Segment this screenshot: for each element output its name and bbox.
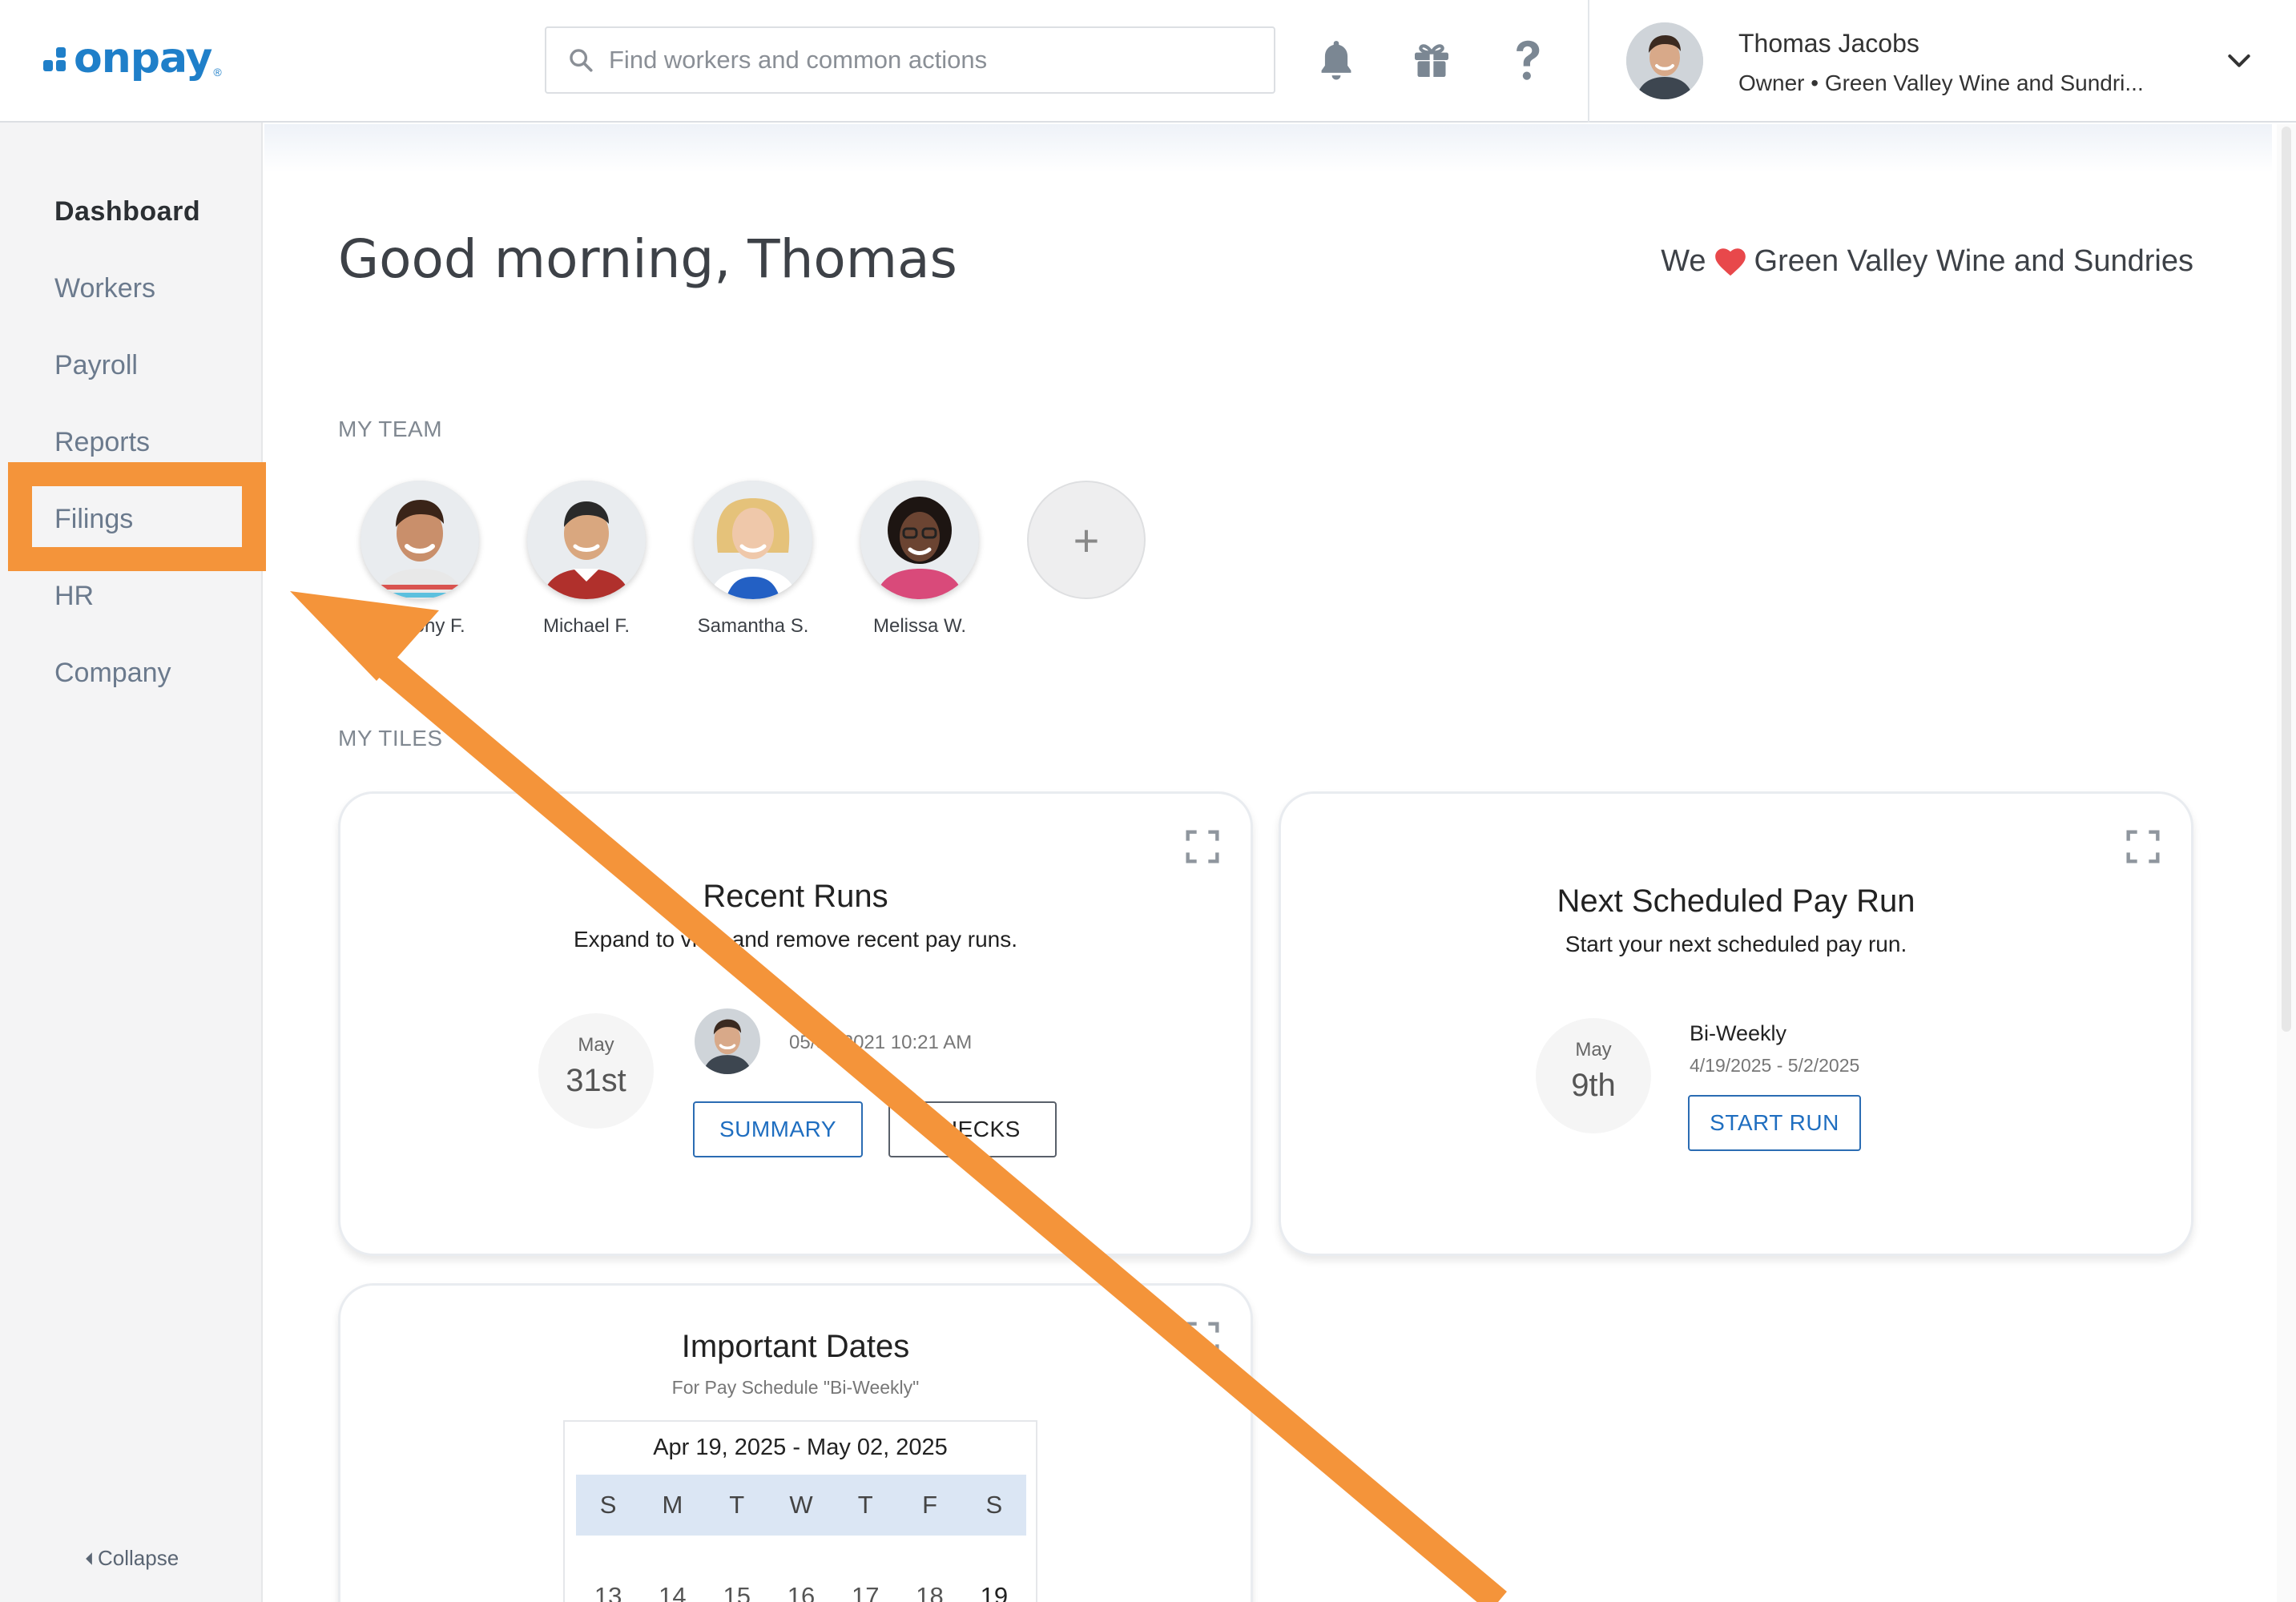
team-member-name: Melissa W. — [872, 615, 966, 637]
help-question-icon[interactable] — [1500, 32, 1556, 88]
next-pay-run-title: Next Scheduled Pay Run — [1557, 884, 1915, 919]
onpay-logo[interactable]: onpay ® — [42, 30, 222, 87]
filings-highlight-annotation — [8, 462, 266, 571]
start-run-button[interactable]: START RUN — [1688, 1095, 1861, 1151]
calendar-weekday-header: S M T W T F S — [576, 1475, 1026, 1536]
next-run-date-badge: May 9th — [1536, 1018, 1651, 1133]
weekday-label: S — [599, 1491, 617, 1519]
notifications-bell-icon[interactable] — [1308, 32, 1364, 88]
run-timestamp: 05/31/2021 10:21 AM — [789, 1032, 973, 1053]
important-dates-tile: Important Dates For Pay Schedule "Bi-Wee… — [338, 1283, 1253, 1602]
expand-icon[interactable] — [2125, 829, 2161, 864]
company-name: Green Valley Wine and Sundries — [1754, 244, 2193, 278]
next-run-date-day: 9th — [1571, 1068, 1616, 1103]
avatar[interactable] — [361, 481, 479, 599]
weekday-label: T — [729, 1491, 745, 1519]
recent-runs-subtitle: Expand to view and remove recent pay run… — [573, 927, 1018, 952]
page-greeting: Good morning, Thomas — [338, 228, 957, 290]
collapse-label: Collapse — [98, 1546, 179, 1570]
calendar-day[interactable]: 17 — [833, 1566, 897, 1602]
logo-registered-mark: ® — [213, 66, 222, 78]
sidebar-item-hr[interactable]: HR — [54, 581, 94, 612]
run-date-month: May — [578, 1034, 614, 1056]
team-member-name: Anthony F. — [374, 615, 465, 637]
recent-runs-tile: Recent Runs Expand to view and remove re… — [338, 791, 1253, 1256]
logo-mark — [42, 42, 70, 74]
calendar-week-row: 13 14 15 16 17 18 19 — [576, 1566, 1026, 1602]
weekday-label: F — [922, 1491, 938, 1519]
next-pay-run-subtitle: Start your next scheduled pay run. — [1565, 932, 1907, 956]
weekday-label: W — [789, 1491, 813, 1519]
important-dates-title: Important Dates — [681, 1329, 910, 1364]
collapse-button[interactable]: Collapse — [83, 1546, 179, 1571]
pay-period: 4/19/2025 - 5/2/2025 — [1690, 1055, 1860, 1076]
calendar-date-range: Apr 19, 2025 - May 02, 2025 — [653, 1435, 948, 1460]
search-icon — [570, 49, 593, 72]
next-run-date-month: May — [1575, 1039, 1612, 1061]
calendar-day[interactable]: 18 — [897, 1566, 961, 1602]
company-love-banner: We Green Valley Wine and Sundries — [1661, 244, 2193, 279]
we-label: We — [1661, 244, 1706, 278]
weekday-label: T — [857, 1491, 873, 1519]
summary-button[interactable]: SUMMARY — [693, 1101, 863, 1157]
caret-left-icon — [86, 1552, 92, 1565]
weekday-label: M — [662, 1491, 683, 1519]
recent-runs-title: Recent Runs — [703, 879, 888, 914]
my-team-label: MY TEAM — [338, 417, 443, 441]
calendar-day[interactable]: 15 — [705, 1566, 769, 1602]
next-pay-run-tile: Next Scheduled Pay Run Start your next s… — [1279, 791, 2193, 1256]
calendar-day[interactable]: 14 — [640, 1566, 704, 1602]
search-box[interactable] — [545, 26, 1275, 94]
avatar[interactable] — [860, 481, 979, 599]
calendar-day[interactable]: 16 — [769, 1566, 833, 1602]
user-role-company[interactable]: Owner • Green Valley Wine and Sundri... — [1738, 70, 2144, 96]
my-tiles-label: MY TILES — [338, 726, 443, 751]
run-date-day: 31st — [566, 1063, 626, 1098]
logo-text: onpay — [74, 34, 212, 83]
team-member[interactable]: Michael F. — [503, 481, 670, 638]
sidebar-item-payroll[interactable]: Payroll — [54, 350, 138, 381]
add-team-member[interactable]: + — [1003, 481, 1170, 638]
gift-icon[interactable] — [1404, 32, 1460, 88]
calendar-day-selected[interactable]: 19 — [962, 1566, 1026, 1602]
team-member[interactable]: Samantha S. — [670, 481, 836, 638]
top-header: onpay ® Thomas Jacobs Owner • Green Vall… — [0, 0, 2296, 123]
avatar — [695, 1008, 760, 1074]
team-list: Anthony F. Michael F. Samantha S. Meliss… — [336, 481, 1170, 638]
sidebar: Dashboard Workers Payroll Reports Filing… — [0, 123, 263, 1602]
team-member-name: Samantha S. — [697, 615, 809, 637]
team-member[interactable]: Anthony F. — [336, 481, 503, 638]
sidebar-item-dashboard[interactable]: Dashboard — [54, 196, 200, 227]
sidebar-item-company[interactable]: Company — [54, 658, 171, 689]
weekday-label: S — [985, 1491, 1003, 1519]
avatar[interactable] — [527, 481, 646, 599]
search-input[interactable] — [609, 46, 1266, 74]
user-name[interactable]: Thomas Jacobs — [1738, 29, 1919, 58]
pay-schedule-name: Bi-Weekly — [1690, 1021, 1787, 1045]
avatar[interactable] — [694, 481, 812, 599]
scrollbar-thumb[interactable] — [2282, 127, 2291, 1032]
main-top-shade — [264, 124, 2272, 172]
expand-icon[interactable] — [1185, 829, 1220, 864]
important-dates-subtitle: For Pay Schedule "Bi-Weekly" — [671, 1377, 920, 1398]
pay-calendar: Apr 19, 2025 - May 02, 2025 S M T W T F … — [563, 1420, 1037, 1602]
team-member-name: Michael F. — [542, 615, 630, 637]
header-divider — [1588, 0, 1589, 123]
heart-icon — [1714, 248, 1746, 276]
calendar-day[interactable]: 13 — [576, 1566, 640, 1602]
add-member-button[interactable]: + — [1027, 481, 1146, 599]
run-date-badge: May 31st — [538, 1013, 654, 1129]
sidebar-item-reports[interactable]: Reports — [54, 427, 150, 458]
chevron-down-icon[interactable] — [2223, 44, 2255, 76]
sidebar-item-workers[interactable]: Workers — [54, 273, 155, 304]
team-member[interactable]: Melissa W. — [836, 481, 1003, 638]
user-avatar[interactable] — [1626, 22, 1703, 99]
checks-button[interactable]: CHECKS — [888, 1101, 1057, 1157]
